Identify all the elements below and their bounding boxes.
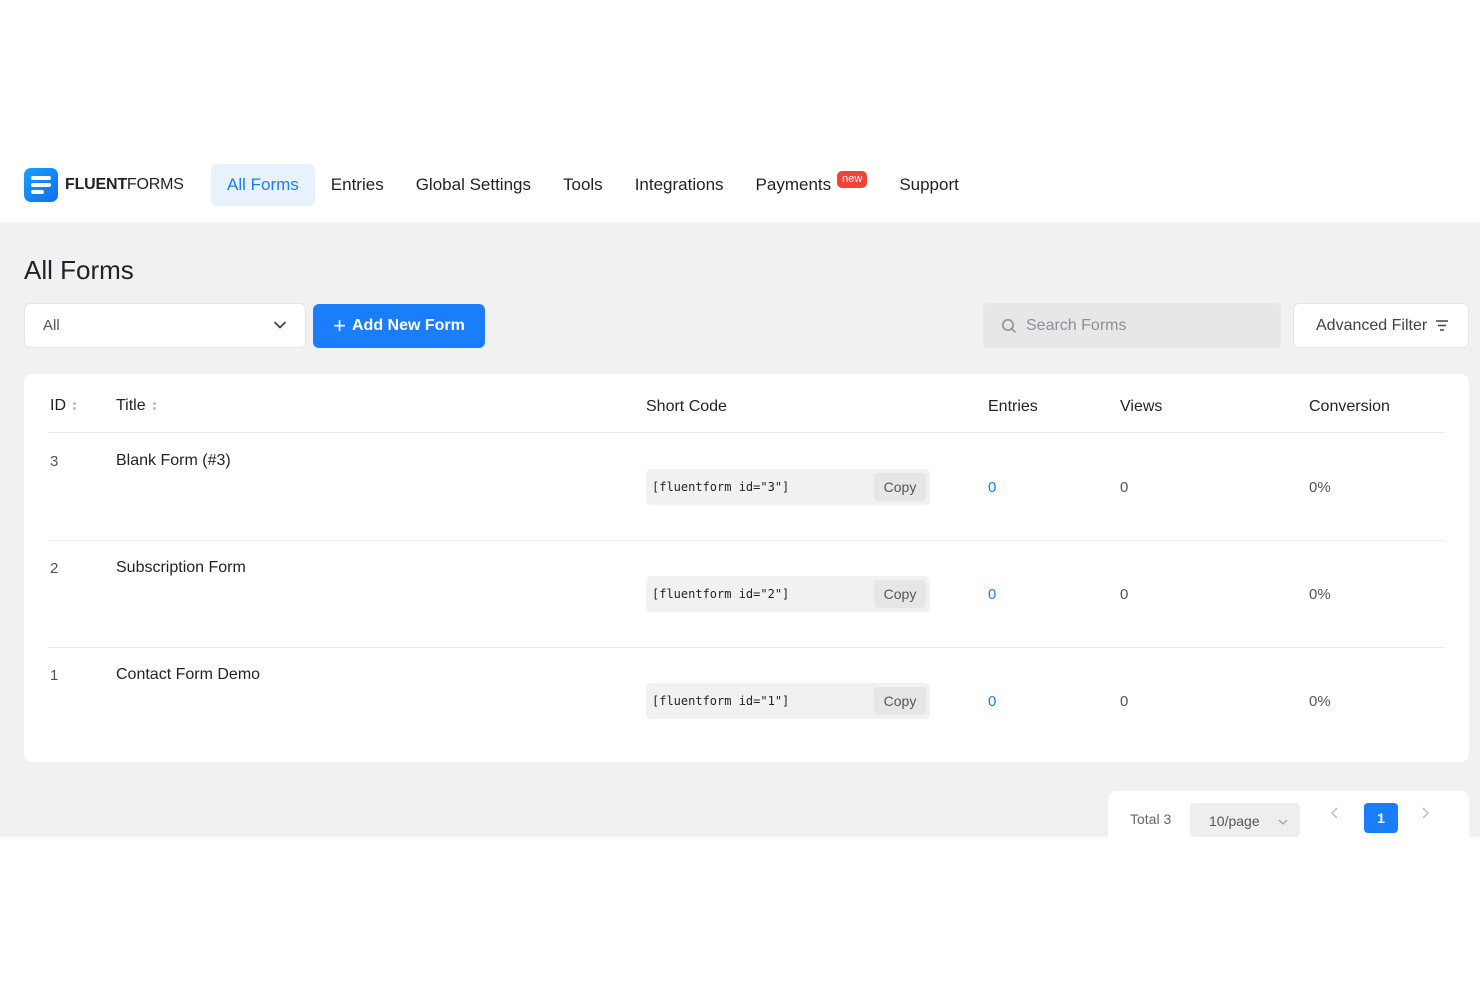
shortcode-text: [fluentform id="2"]: [652, 587, 790, 601]
shortcode-box: [fluentform id="2"] Copy: [646, 576, 930, 612]
column-header-title[interactable]: Title: [116, 396, 156, 416]
page-button-current[interactable]: 1: [1364, 803, 1398, 833]
column-header-entries: Entries: [988, 398, 1038, 415]
advanced-filter-button[interactable]: Advanced Filter: [1293, 303, 1469, 348]
nav-entries[interactable]: Entries: [315, 164, 400, 206]
table-row: 2 Subscription Form [fluentform id="2"] …: [24, 540, 1469, 647]
column-header-short-code: Short Code: [646, 398, 727, 415]
add-new-form-label: Add New Form: [351, 317, 465, 334]
nav-tools[interactable]: Tools: [547, 164, 619, 206]
column-header-id[interactable]: ID: [50, 396, 76, 416]
page-size-select[interactable]: 10/page: [1190, 803, 1300, 837]
views-count: 0: [1120, 693, 1129, 710]
filter-icon: [1436, 320, 1449, 331]
form-id: 1: [50, 667, 59, 684]
forms-table: ID Title Short Code Entries Views Conver…: [24, 374, 1469, 762]
sort-icon: [152, 402, 156, 410]
advanced-filter-label: Advanced Filter: [1316, 316, 1428, 334]
shortcode-text: [fluentform id="1"]: [652, 694, 790, 708]
search-placeholder: Search Forms: [1026, 316, 1127, 334]
form-id: 3: [50, 453, 59, 470]
conversion-rate: 0%: [1309, 479, 1331, 496]
column-header-title-label: Title: [116, 397, 146, 414]
main-content: All Forms All + Add New Form Search Form…: [0, 222, 1480, 837]
conversion-rate: 0%: [1309, 693, 1331, 710]
shortcode-text: [fluentform id="3"]: [652, 480, 790, 494]
column-header-views: Views: [1120, 398, 1163, 415]
fluent-forms-logo[interactable]: FLUENTFORMS: [24, 168, 184, 202]
brand-name-light: FORMS: [126, 176, 184, 193]
search-forms-input[interactable]: Search Forms: [983, 303, 1281, 348]
sort-icon: [73, 402, 76, 410]
nav-global-settings[interactable]: Global Settings: [400, 164, 547, 206]
nav-all-forms[interactable]: All Forms: [211, 164, 315, 206]
views-count: 0: [1120, 479, 1129, 496]
pagination: Total 3 10/page 1: [1108, 791, 1469, 837]
copy-shortcode-button[interactable]: Copy: [874, 687, 926, 715]
column-header-conversion: Conversion: [1309, 398, 1390, 415]
add-new-form-button[interactable]: + Add New Form: [313, 304, 485, 348]
form-type-select[interactable]: All: [24, 303, 306, 348]
nav-support[interactable]: Support: [883, 164, 975, 206]
top-navigation-bar: FLUENTFORMS All Forms Entries Global Set…: [0, 148, 1480, 222]
copy-shortcode-button[interactable]: Copy: [874, 580, 926, 608]
nav-payments[interactable]: Payments new: [740, 164, 884, 206]
new-badge: new: [837, 170, 868, 188]
chevron-left-icon[interactable]: [1330, 807, 1340, 819]
page-size-value: 10/page: [1209, 813, 1260, 829]
chevron-down-icon: [1278, 819, 1288, 825]
search-icon: [1002, 318, 1016, 333]
chevron-right-icon[interactable]: [1420, 807, 1430, 819]
nav-integrations[interactable]: Integrations: [619, 164, 740, 206]
entries-count-link[interactable]: 0: [988, 586, 996, 603]
table-row: 1 Contact Form Demo [fluentform id="1"] …: [24, 647, 1469, 754]
table-row: 3 Blank Form (#3) [fluentform id="3"] Co…: [24, 433, 1469, 540]
copy-shortcode-button[interactable]: Copy: [874, 473, 926, 501]
main-nav: All Forms Entries Global Settings Tools …: [211, 164, 975, 206]
form-title-link[interactable]: Blank Form (#3): [116, 452, 231, 470]
form-title-link[interactable]: Contact Form Demo: [116, 666, 260, 684]
plus-icon: +: [333, 313, 346, 338]
nav-payments-label: Payments: [755, 175, 832, 194]
brand-name-bold: FLUENT: [65, 176, 127, 193]
column-header-id-label: ID: [50, 397, 66, 414]
form-id: 2: [50, 560, 59, 577]
form-title-link[interactable]: Subscription Form: [116, 559, 246, 577]
entries-count-link[interactable]: 0: [988, 479, 996, 496]
views-count: 0: [1120, 586, 1129, 603]
entries-count-link[interactable]: 0: [988, 693, 996, 710]
shortcode-box: [fluentform id="3"] Copy: [646, 469, 930, 505]
form-type-select-value: All: [43, 317, 60, 334]
page-title: All Forms: [24, 255, 134, 285]
brand-name: FLUENTFORMS: [65, 176, 184, 194]
conversion-rate: 0%: [1309, 586, 1331, 603]
fluent-forms-logo-icon: [24, 168, 58, 202]
pagination-total: Total 3: [1130, 811, 1172, 827]
chevron-down-icon: [274, 321, 286, 329]
shortcode-box: [fluentform id="1"] Copy: [646, 683, 930, 719]
